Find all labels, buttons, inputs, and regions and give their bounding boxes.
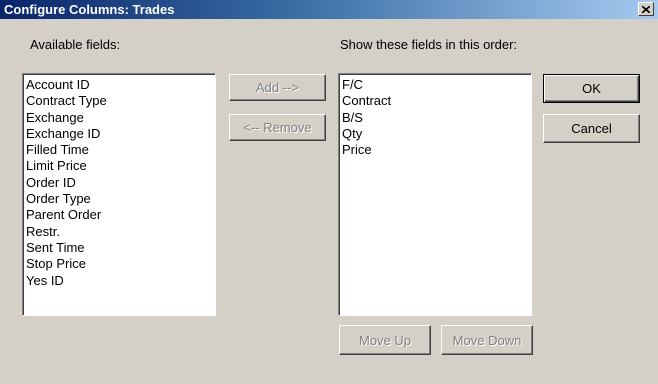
configure-columns-dialog: Configure Columns: Trades Available fiel… [0,0,658,384]
list-item[interactable]: Price [342,142,531,158]
cancel-button-label: Cancel [571,121,612,136]
move-down-button-label: Move Down [452,332,522,348]
list-item[interactable]: Exchange ID [26,126,215,142]
remove-button-label: <-- Remove [243,120,312,135]
list-item[interactable]: Order ID [26,175,215,191]
cancel-button[interactable]: Cancel [543,114,640,143]
close-icon [642,5,650,13]
add-button[interactable]: Add --> [229,74,326,101]
add-button-label: Add --> [256,80,299,95]
list-item[interactable]: Contract Type [26,93,215,109]
move-up-button[interactable]: Move Up [339,325,431,355]
close-button[interactable] [638,2,654,16]
title-bar[interactable]: Configure Columns: Trades [0,0,658,19]
list-item[interactable]: Qty [342,126,531,142]
list-item[interactable]: Parent Order [26,207,215,223]
list-item[interactable]: Account ID [26,77,215,93]
window-title: Configure Columns: Trades [4,2,175,17]
list-item[interactable]: Contract [342,93,531,109]
list-item[interactable]: Filled Time [26,142,215,158]
move-down-button[interactable]: Move Down [441,325,533,355]
selected-fields-list[interactable]: F/C Contract B/S Qty Price [338,73,532,316]
list-item[interactable]: Yes ID [26,273,215,289]
list-item[interactable]: Restr. [26,224,215,240]
list-item[interactable]: Sent Time [26,240,215,256]
remove-button[interactable]: <-- Remove [229,114,326,141]
ok-button[interactable]: OK [543,74,640,103]
ok-button-label: OK [582,81,601,96]
selected-fields-label: Show these fields in this order: [340,37,518,52]
list-item[interactable]: Order Type [26,191,215,207]
list-item[interactable]: Limit Price [26,158,215,174]
list-item[interactable]: Exchange [26,110,215,126]
available-fields-label: Available fields: [30,37,121,52]
list-item[interactable]: F/C [342,77,531,93]
list-item[interactable]: B/S [342,110,531,126]
move-up-button-label: Move Up [358,332,412,348]
available-fields-list[interactable]: Account ID Contract Type Exchange Exchan… [22,73,216,316]
list-item[interactable]: Stop Price [26,256,215,272]
